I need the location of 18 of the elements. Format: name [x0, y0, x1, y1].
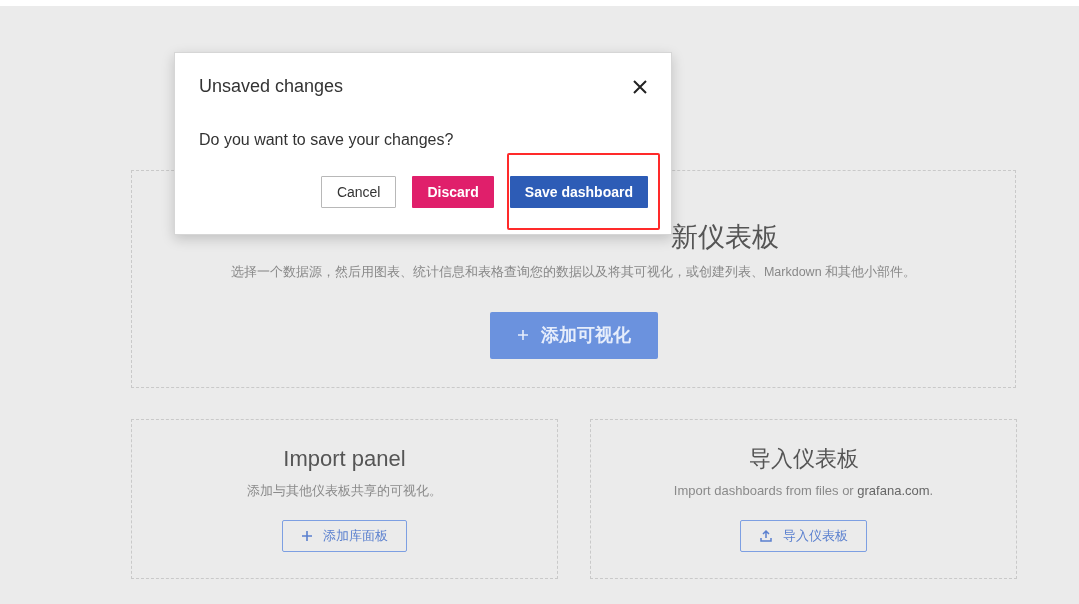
close-icon: [633, 79, 647, 94]
section-heading: 新仪表板: [671, 220, 779, 254]
close-button[interactable]: [631, 77, 649, 96]
add-visualization-button[interactable]: 添加可视化: [489, 311, 658, 359]
card-description: 添加与其他仪表板共享的可视化。: [247, 482, 442, 500]
plus-icon: [301, 529, 313, 542]
card-button[interactable]: 添加库面板: [282, 519, 407, 552]
card-button[interactable]: 导入仪表板: [740, 519, 867, 552]
card-title: Import panel: [283, 445, 406, 473]
dialog-message: Do you want to save your changes?: [198, 130, 455, 150]
card-description: Import dashboards from files or grafana.com.: [673, 482, 934, 500]
save-button[interactable]: Save dashboard: [509, 176, 648, 208]
card-title: 导入仪表板: [748, 445, 859, 473]
plus-icon: [516, 329, 529, 342]
cancel-button[interactable]: Cancel: [320, 176, 397, 208]
dialog-title: Unsaved changes: [199, 75, 344, 98]
upload-icon: [759, 528, 773, 543]
discard-button[interactable]: Discard: [412, 176, 494, 208]
